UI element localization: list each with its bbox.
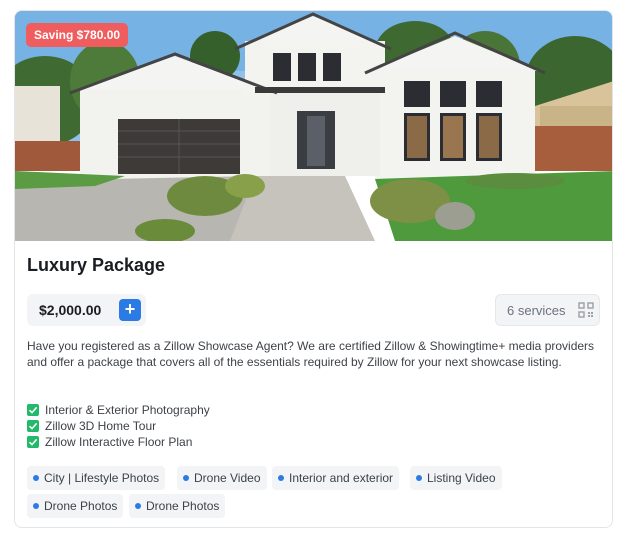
service-tag[interactable]: Interior and exterior — [272, 466, 400, 490]
hero-image: Saving $780.00 — [15, 11, 612, 241]
service-tag[interactable]: Drone Photos — [129, 494, 226, 518]
tag-label: Drone Photos — [44, 499, 118, 513]
service-tag[interactable]: Drone Photos — [27, 494, 124, 518]
checkmark-icon — [27, 436, 39, 448]
checkmark-icon — [27, 404, 39, 416]
tag-label: Drone Video — [194, 471, 261, 485]
package-title: Luxury Package — [27, 255, 166, 275]
bullet-dot-icon — [33, 502, 39, 509]
services-count-button[interactable]: 6 services — [495, 294, 600, 326]
feature-item: Interior & Exterior Photography — [27, 402, 210, 418]
service-tag[interactable]: Drone Video — [177, 466, 267, 490]
bullet-dot-icon — [278, 474, 284, 481]
package-card: Saving $780.00 Luxury Package $2,000.00 … — [14, 10, 613, 528]
feature-label: Zillow Interactive Floor Plan — [45, 435, 193, 449]
services-count: 6 services — [507, 303, 566, 318]
tag-label: Listing Video — [427, 471, 496, 485]
bullet-dot-icon — [135, 502, 141, 509]
saving-badge: Saving $780.00 — [26, 23, 129, 47]
package-description: Have you registered as a Zillow Showcase… — [27, 339, 595, 369]
feature-label: Interior & Exterior Photography — [45, 403, 210, 417]
qr-code-icon — [578, 302, 594, 318]
service-tag[interactable]: Listing Video — [410, 466, 502, 490]
tag-label: Interior and exterior — [289, 471, 394, 485]
bullet-dot-icon — [416, 474, 422, 481]
feature-item: Zillow Interactive Floor Plan — [27, 434, 210, 450]
bullet-dot-icon — [33, 474, 39, 481]
bullet-dot-icon — [183, 474, 189, 481]
price-pill: $2,000.00 + — [27, 294, 146, 326]
add-package-button[interactable]: + — [119, 299, 141, 321]
feature-list: Interior & Exterior Photography Zillow 3… — [27, 402, 210, 450]
tag-label: Drone Photos — [146, 499, 220, 513]
checkmark-icon — [27, 420, 39, 432]
tag-label: City | Lifestyle Photos — [44, 471, 160, 485]
package-price: $2,000.00 — [39, 302, 102, 318]
feature-label: Zillow 3D Home Tour — [45, 419, 157, 433]
service-tag[interactable]: City | Lifestyle Photos — [27, 466, 166, 490]
feature-item: Zillow 3D Home Tour — [27, 418, 210, 434]
